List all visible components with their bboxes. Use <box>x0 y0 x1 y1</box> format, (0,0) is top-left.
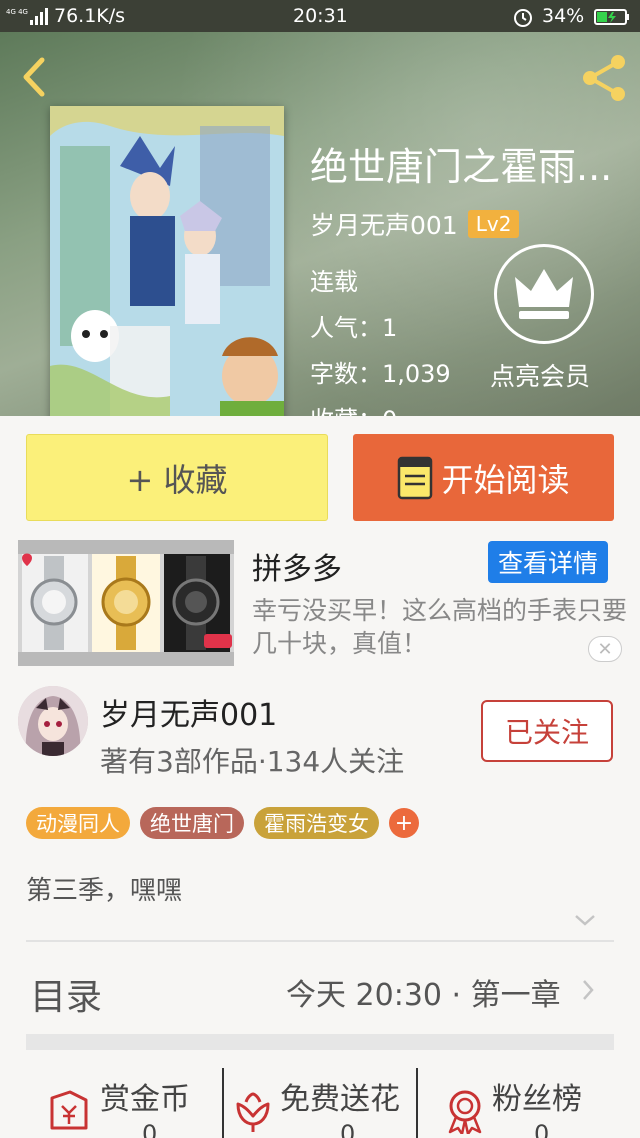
tag-list: 动漫同人 绝世唐门 霍雨浩变女 + <box>26 807 419 839</box>
author-row[interactable]: 岁月无声001 Lv2 <box>310 206 520 242</box>
word-count: 字数：1,039 <box>310 360 451 388</box>
send-flowers-label: 免费送花 <box>280 1082 400 1117</box>
share-icon[interactable] <box>578 52 630 104</box>
avatar[interactable] <box>18 686 88 756</box>
section-separator <box>26 1034 614 1050</box>
vip-label[interactable]: 点亮会员 <box>490 357 590 393</box>
crown-icon <box>515 269 573 319</box>
battery-percent: 34% <box>542 5 585 27</box>
book-intro: 第三季，嘿嘿 <box>26 876 183 906</box>
ad-details-button[interactable]: 查看详情 <box>488 541 608 583</box>
svg-text:4G 4G: 4G 4G <box>6 8 28 16</box>
network-speed: 76.1K/s <box>54 5 126 27</box>
popularity: 人气：1 <box>310 314 398 342</box>
tag-huoyuhao[interactable]: 霍雨浩变女 <box>254 807 379 839</box>
start-reading-button[interactable]: 开始阅读 <box>353 434 614 521</box>
send-flowers-count: 0 <box>340 1120 356 1138</box>
toc-latest-chapter[interactable]: 今天 20:30 · 第一章 <box>286 970 561 1014</box>
ad-brand[interactable]: 拼多多 <box>252 544 342 588</box>
book-title: 绝世唐门之霍雨... <box>310 145 613 189</box>
ad-close-icon[interactable]: ✕ <box>588 636 622 662</box>
chevron-down-icon[interactable] <box>573 912 597 928</box>
tag-jueshi-tangmen[interactable]: 绝世唐门 <box>140 807 244 839</box>
reward-coins-count: 0 <box>142 1120 158 1138</box>
alarm-icon <box>514 9 532 27</box>
reward-coins-button[interactable]: 赏金币 0 <box>44 1066 220 1138</box>
battery-icon <box>594 9 629 25</box>
vip-button[interactable] <box>494 244 594 344</box>
book-icon <box>398 456 433 499</box>
author-card-stats: 著有3部作品·134人关注 <box>100 745 405 778</box>
medal-icon <box>448 1090 482 1134</box>
serial-status: 连载 <box>310 268 358 296</box>
fan-ranking-button[interactable]: 粉丝榜 0 <box>438 1066 618 1138</box>
author-card-name[interactable]: 岁月无声001 <box>100 690 277 734</box>
red-envelope-icon <box>50 1090 88 1130</box>
book-cover[interactable] <box>50 106 284 416</box>
level-badge: Lv2 <box>467 210 520 238</box>
signal-icon: 4G 4G <box>6 8 48 25</box>
author-name[interactable]: 岁月无声001 <box>310 206 458 242</box>
avatar-image <box>18 686 88 756</box>
ad-image[interactable] <box>18 540 234 666</box>
flower-icon <box>236 1092 270 1132</box>
separator <box>416 1068 418 1138</box>
cover-artwork <box>50 106 284 416</box>
tag-dongman-tongren[interactable]: 动漫同人 <box>26 807 130 839</box>
send-flowers-button[interactable]: 免费送花 0 <box>228 1066 416 1138</box>
add-tag-button[interactable]: + <box>389 808 419 838</box>
separator <box>222 1068 224 1138</box>
book-header: 绝世唐门之霍雨... 岁月无声001 Lv2 连载 人气：1 字数：1,039 … <box>0 32 640 416</box>
fan-ranking-count: 0 <box>534 1120 550 1138</box>
start-reading-label: 开始阅读 <box>441 460 570 499</box>
ad-description[interactable]: 幸亏没买早！这么高档的手表只要几十块，真值！ <box>252 594 632 660</box>
fan-ranking-label: 粉丝榜 <box>492 1082 582 1117</box>
favorites-count: 收藏：0 <box>310 400 397 416</box>
status-bar: 4G 4G 76.1K/s 20:31 34% <box>0 0 640 32</box>
collect-button[interactable]: + 收藏 <box>26 434 328 521</box>
follow-button[interactable]: 已关注 <box>481 700 613 762</box>
watch-ad-artwork <box>18 540 234 666</box>
reward-coins-label: 赏金币 <box>100 1082 190 1117</box>
back-icon[interactable] <box>14 52 54 102</box>
toc-label[interactable]: 目录 <box>30 968 102 1020</box>
divider <box>26 940 614 942</box>
chevron-right-icon[interactable] <box>580 978 596 1002</box>
clock: 20:31 <box>293 5 348 27</box>
